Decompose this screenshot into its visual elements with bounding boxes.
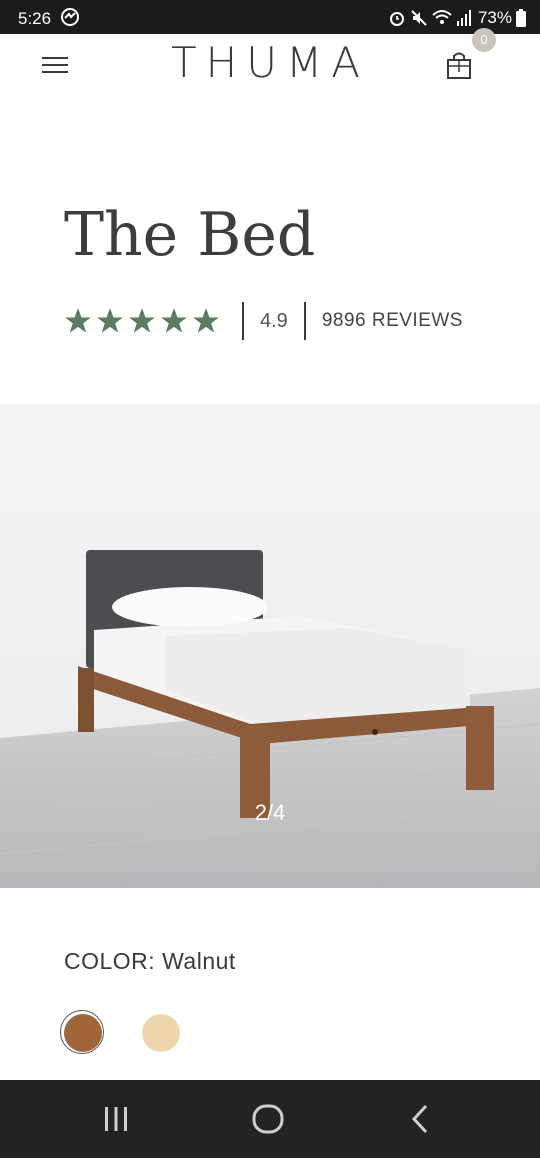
product-title: The Bed (64, 200, 316, 270)
star-icon (129, 308, 155, 333)
wifi-icon (432, 10, 452, 24)
recent-apps-icon[interactable] (96, 1102, 136, 1136)
site-header: THUMA 0 (0, 28, 540, 96)
status-icons: 73% (388, 7, 526, 29)
swatch-walnut[interactable] (60, 1010, 104, 1054)
swatch-walnut-color (64, 1014, 102, 1052)
star-icon (161, 308, 187, 333)
back-icon[interactable] (400, 1102, 440, 1136)
star-rating (64, 307, 220, 335)
star-icon (65, 308, 91, 333)
messenger-icon (61, 8, 79, 26)
mute-icon (411, 10, 427, 26)
color-swatches (60, 1010, 182, 1054)
home-icon[interactable] (248, 1102, 288, 1136)
alarm-icon (389, 12, 404, 26)
status-time: 5:26 (18, 9, 52, 28)
swatch-natural-color (142, 1014, 180, 1052)
battery-icon (516, 9, 526, 27)
swatch-natural[interactable] (138, 1010, 182, 1054)
star-icon (97, 308, 123, 333)
rating-row: 4.9 9896 REVIEWS (64, 300, 463, 342)
cart-icon[interactable] (444, 48, 474, 82)
status-bar: 5:26 73% (0, 0, 540, 34)
system-navigation-bar (0, 1080, 540, 1158)
rating-divider (242, 302, 244, 340)
cart-count-badge: 0 (472, 28, 496, 52)
reviews-link[interactable]: 9896 REVIEWS (322, 310, 463, 332)
color-label: COLOR: Walnut (64, 948, 236, 974)
image-counter: 2/4 (254, 800, 286, 825)
star-icon (193, 308, 219, 333)
rating-value: 4.9 (260, 309, 288, 332)
rating-divider (303, 302, 306, 340)
signal-icon (456, 10, 471, 26)
battery-percent: 73% (477, 8, 512, 27)
